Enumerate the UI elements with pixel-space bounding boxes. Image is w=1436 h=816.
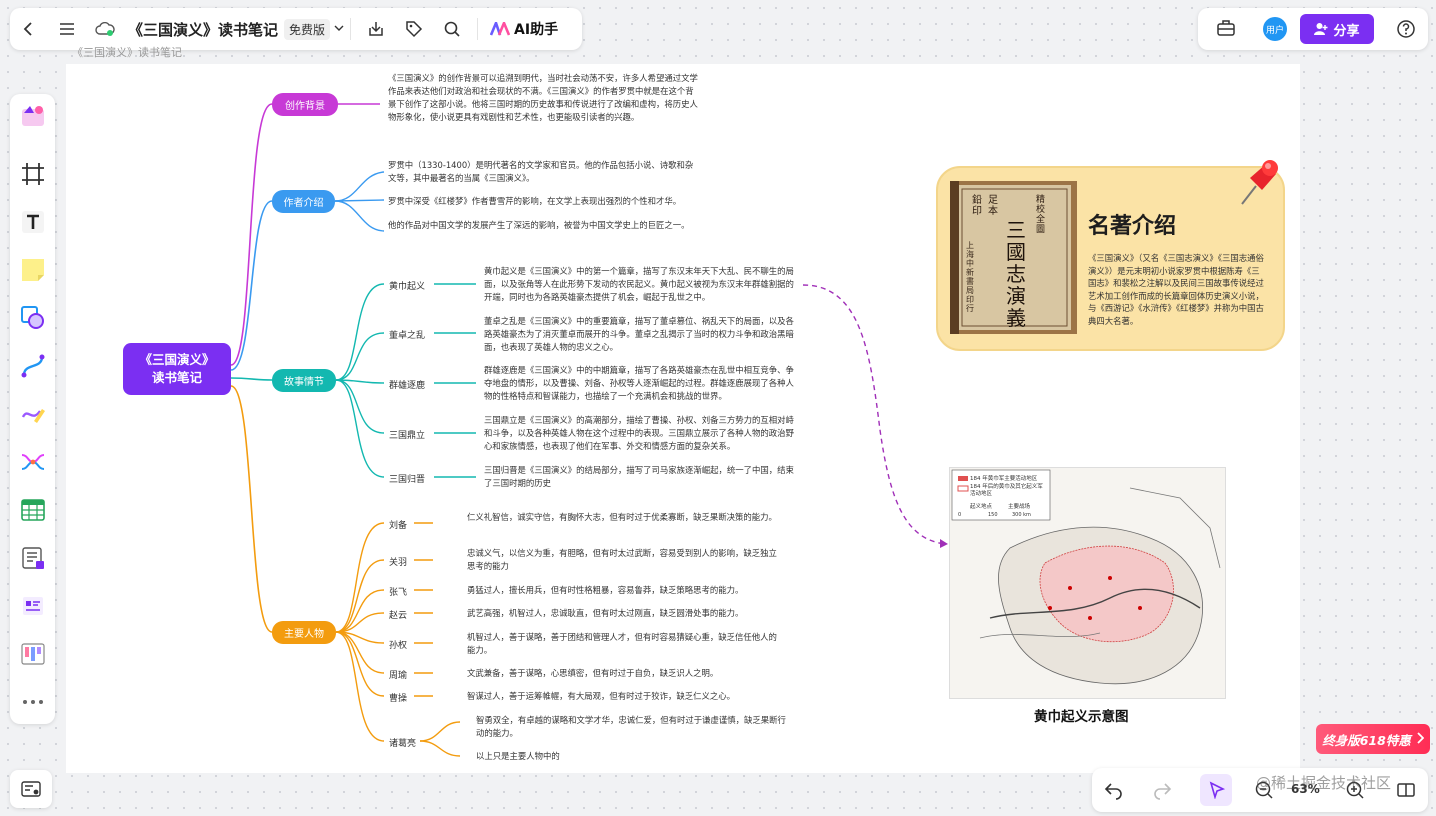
minimap-toggle[interactable] xyxy=(10,770,52,808)
map-image[interactable]: 184 年黄巾军主要活动地区 184 年后的黄巾及其它起义军活动地区 起义地点 … xyxy=(949,467,1226,699)
author-text-2[interactable]: 罗贯中深受《红楼梦》作者曹雪芹的影响，在文学上表现出强烈的个性和才华。 xyxy=(388,195,698,208)
character-text-3[interactable]: 勇猛过人，擅长用兵，但有时性格粗暴，容易鲁莽，缺乏策略思考的能力。 xyxy=(467,584,779,597)
plot-text-4[interactable]: 三国鼎立是《三国演义》的高潮部分，描绘了曹操、孙权、刘备三方势力的互相对峙和斗争… xyxy=(484,414,796,453)
plot-name-5[interactable]: 三国归晋 xyxy=(389,472,425,485)
branch-author[interactable]: 作者介绍 xyxy=(272,190,335,213)
plot-name-4[interactable]: 三国鼎立 xyxy=(389,428,425,441)
character-name-5[interactable]: 孙权 xyxy=(389,638,407,651)
plot-name-2[interactable]: 董卓之乱 xyxy=(389,328,425,341)
cursor-icon xyxy=(1209,781,1226,799)
center-title-line1: 《三国演义》 xyxy=(139,352,215,367)
character-text-7[interactable]: 智谋过人，善于运筹帷幄，有大局观，但有时过于狡诈，缺乏仁义之心。 xyxy=(467,690,779,703)
book-cover-image: 足本 鉛印 三國志演義 精校全圖 上海中新書局印行 xyxy=(950,181,1077,334)
map-legend-3: 起义地点 xyxy=(970,504,993,510)
plot-text-1[interactable]: 黄巾起义是《三国演义》中的第一个篇章，描写了东汉末年天下大乱、民不聊生的局面，以… xyxy=(484,265,796,304)
character-name-7[interactable]: 曹操 xyxy=(389,691,407,704)
plot-text-3[interactable]: 群雄逐鹿是《三国演义》中的中期篇章，描写了各路英雄豪杰在乱世中相互竞争、争夺地盘… xyxy=(484,364,796,403)
book-cover-text-2: 鉛印 xyxy=(972,195,982,217)
branch-plot[interactable]: 故事情节 xyxy=(272,369,336,392)
fit-screen-icon[interactable] xyxy=(1396,780,1416,804)
card-text: 《三国演义》（又名《三国志演义》《三国志通俗演义》）是元末明初小说家罗贯中根据陈… xyxy=(1088,253,1264,326)
book-intro-card[interactable]: 足本 鉛印 三國志演義 精校全圖 上海中新書局印行 名著介绍 《三国演义》（又名… xyxy=(936,160,1285,351)
character-text-2[interactable]: 忠诚义气，以信义为重，有胆略，但有时太过武断，容易受到别人的影响，缺乏独立思考的… xyxy=(467,547,779,573)
plot-text-5[interactable]: 三国归晋是《三国演义》的结局部分，描写了司马家族逐渐崛起，统一了中国，结束了三国… xyxy=(484,464,796,490)
character-name-4[interactable]: 赵云 xyxy=(389,608,407,621)
character-text-8-extra[interactable]: 以上只是主要人物中的 xyxy=(476,750,676,763)
mindmap-center-node[interactable]: 《三国演义》 读书笔记 xyxy=(123,343,231,395)
character-text-6[interactable]: 文武兼备，善于谋略，心思缜密，但有时过于自负，缺乏识人之明。 xyxy=(467,667,779,680)
center-title-line2: 读书笔记 xyxy=(151,370,202,385)
book-cover-text-4: 上海中新書局印行 xyxy=(966,241,974,313)
redo-icon[interactable] xyxy=(1152,780,1172,804)
map-legend-4: 主要战场 xyxy=(1008,504,1031,510)
character-name-6[interactable]: 周瑜 xyxy=(389,668,407,681)
plot-name-1[interactable]: 黄巾起义 xyxy=(389,279,425,292)
minimap-icon xyxy=(21,781,41,797)
map-scale-150: 150 xyxy=(988,512,998,518)
map-legend-2: 184 年后的黄巾及其它起义军活动地区 xyxy=(970,484,1043,497)
select-tool-button[interactable] xyxy=(1200,774,1232,806)
character-name-8[interactable]: 诸葛亮 xyxy=(389,736,416,749)
book-cover-text-3: 精校全圖 xyxy=(1036,195,1046,235)
character-name-3[interactable]: 张飞 xyxy=(389,585,407,598)
character-text-1[interactable]: 仁义礼智信，诚实守信，有胸怀大志，但有时过于优柔寡断，缺乏果断决策的能力。 xyxy=(467,511,779,524)
background-text[interactable]: 《三国演义》的创作背景可以追溯到明代，当时社会动荡不安，许多人希望通过文学作品来… xyxy=(388,72,698,124)
watermark: @稀土掘金技术社区 xyxy=(1256,774,1392,792)
branch-background[interactable]: 创作背景 xyxy=(272,93,338,116)
chevron-right-icon xyxy=(1416,731,1425,747)
promo-banner[interactable]: 终身版618特惠 xyxy=(1316,724,1430,754)
book-cover-title: 三國志演義 xyxy=(1006,218,1026,330)
plot-name-3[interactable]: 群雄逐鹿 xyxy=(389,378,425,391)
character-text-4[interactable]: 武艺高强，机智过人，忠诚耿直，但有时太过刚直，缺乏圆滑处事的能力。 xyxy=(467,607,779,620)
author-text-3[interactable]: 他的作品对中国文学的发展产生了深远的影响，被誉为中国文学史上的巨匠之一。 xyxy=(388,219,698,232)
character-text-8[interactable]: 智勇双全，有卓越的谋略和文学才华，忠诚仁爱，但有时过于谦虚谨慎，缺乏果断行动的能… xyxy=(476,714,788,740)
character-text-5[interactable]: 机智过人，善于谋略，善于团结和管理人才，但有时容易猜疑心重，缺乏信任他人的能力。 xyxy=(467,631,779,657)
map-caption[interactable]: 黄巾起义示意图 xyxy=(1034,705,1129,725)
map-scale-300: 300 km xyxy=(1012,512,1031,518)
author-text-1[interactable]: 罗贯中（1330-1400）是明代著名的文学家和官员。他的作品包括小说、诗歌和杂… xyxy=(388,159,698,185)
card-title: 名著介绍 xyxy=(1088,214,1177,239)
pushpin-icon xyxy=(1236,156,1282,212)
map-scale-0: 0 xyxy=(958,512,962,518)
plot-text-2[interactable]: 董卓之乱是《三国演义》中的重要篇章，描写了董卓篡位、祸乱天下的局面，以及各路英雄… xyxy=(484,315,796,354)
promo-label: 终身版618特惠 xyxy=(1322,732,1411,748)
book-cover-text-1: 足本 xyxy=(988,195,998,217)
character-name-1[interactable]: 刘备 xyxy=(389,518,407,531)
branch-characters[interactable]: 主要人物 xyxy=(272,621,336,644)
map-legend-1: 184 年黄巾军主要活动地区 xyxy=(970,476,1038,482)
undo-icon[interactable] xyxy=(1104,780,1124,804)
character-name-2[interactable]: 关羽 xyxy=(389,555,407,568)
